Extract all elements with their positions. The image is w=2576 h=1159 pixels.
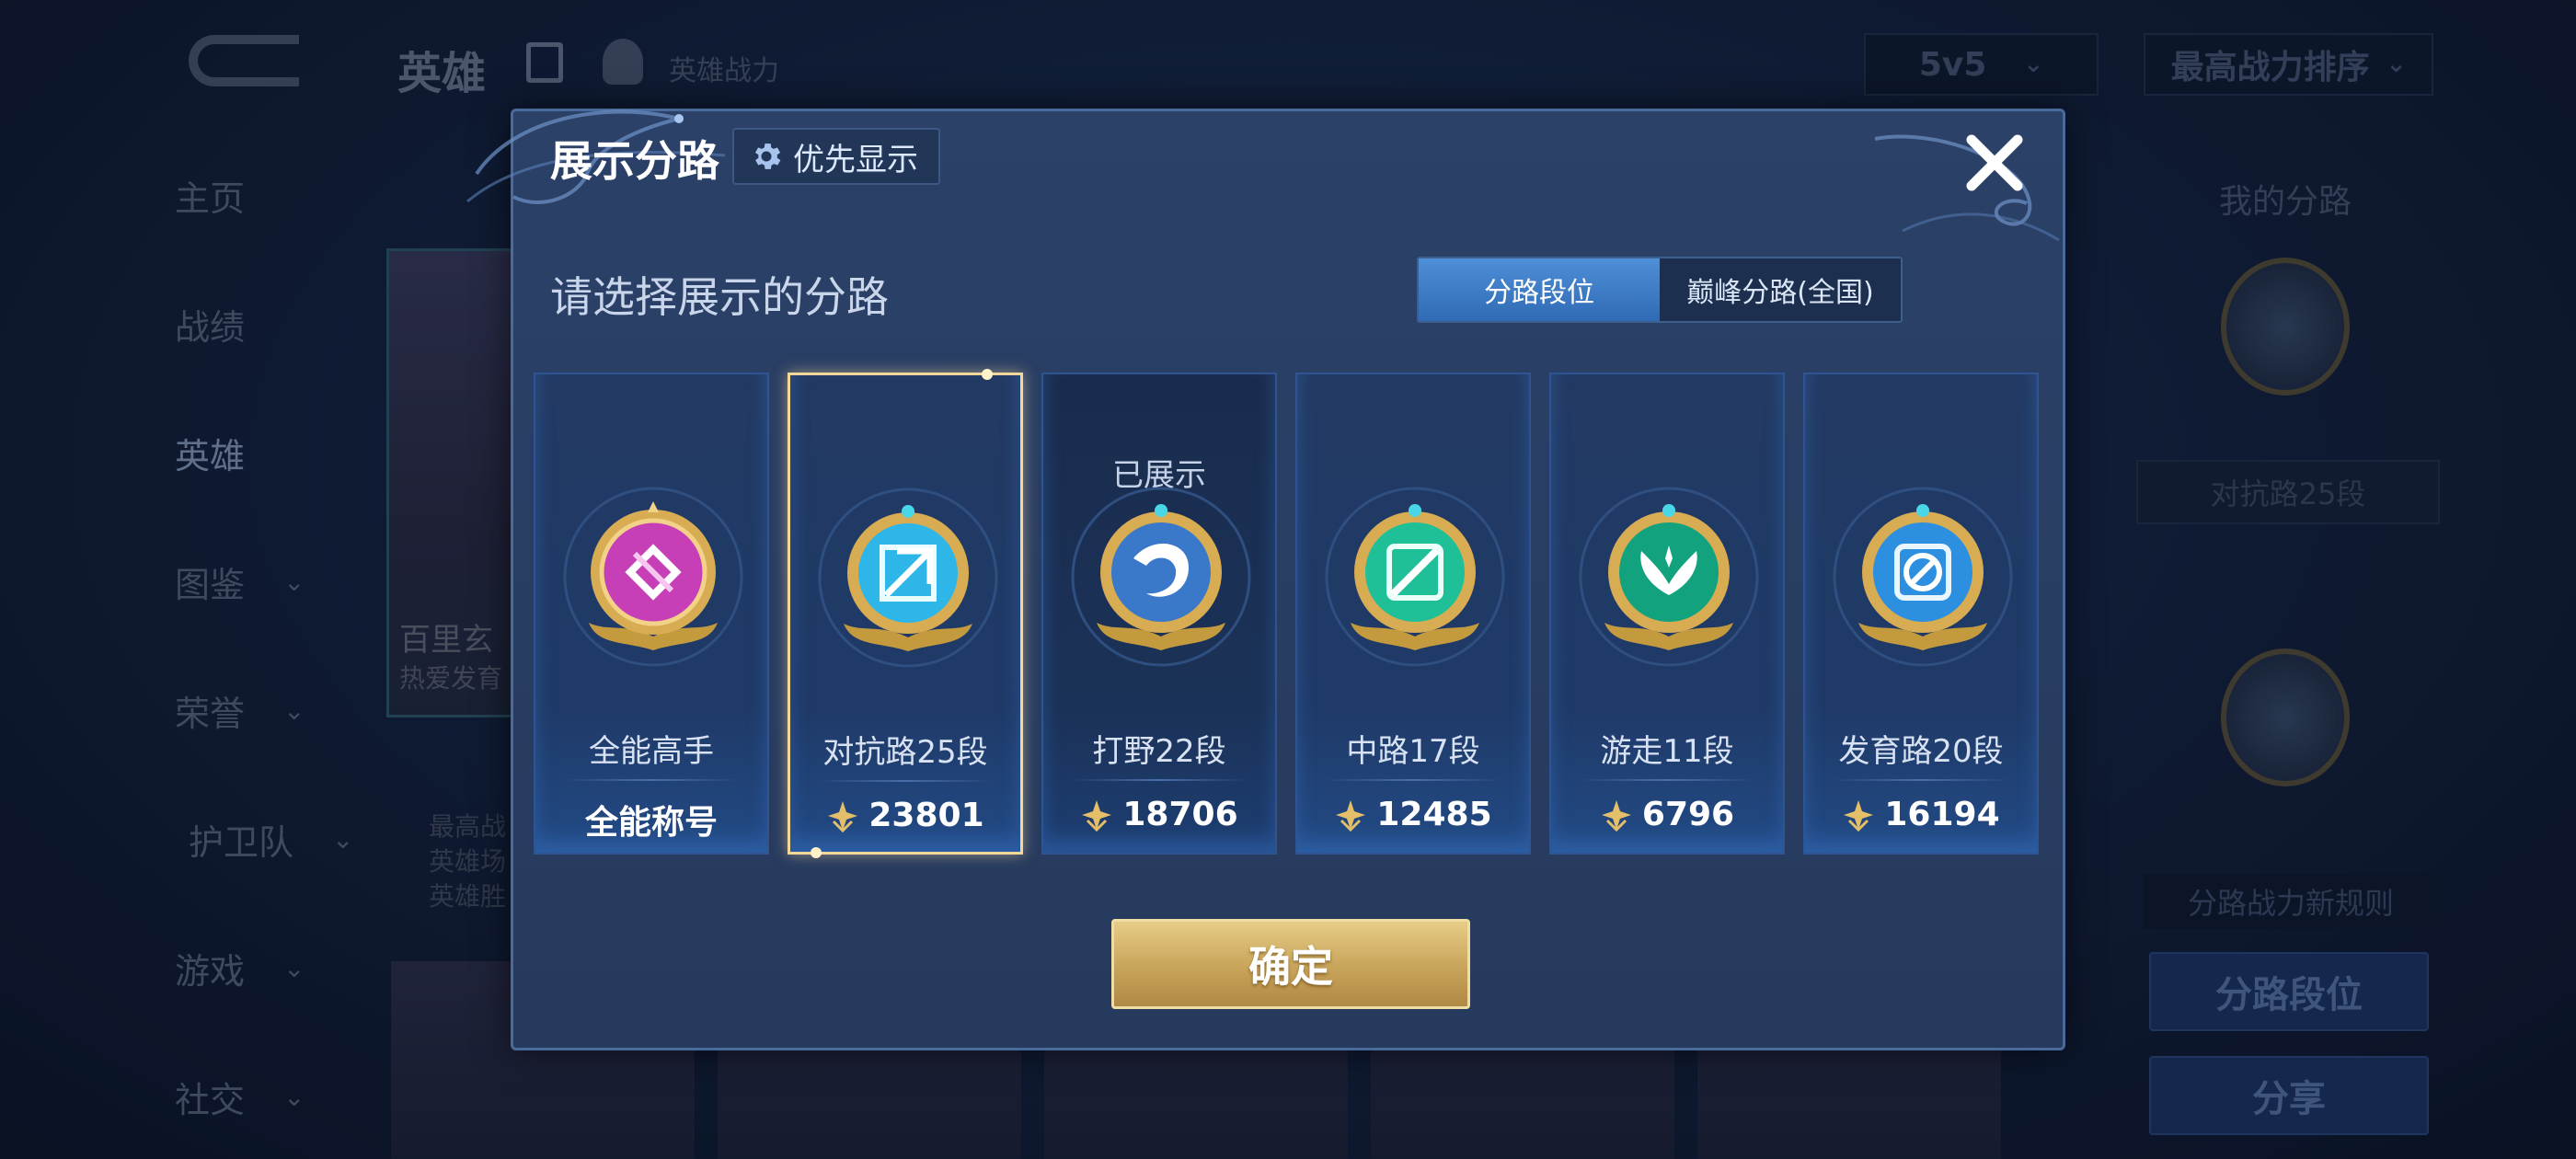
lane-display-dialog: 展示分路 优先显示 请选择展示的分路 分路段位 巅峰分路(全国) 全能高手 全能… [466,109,2065,1050]
power-icon [1844,799,1874,832]
clash-lane-badge-icon [818,488,998,668]
farm-lane-badge-icon [1833,487,2013,667]
power-icon [828,800,858,832]
lane-name: 打野22段 [1092,733,1226,770]
close-icon [1966,134,2023,191]
roam-badge-icon [1579,487,1759,667]
lane-power-value: 12485 [1297,796,1529,833]
gear-icon [754,143,781,169]
lane-title-value: 全能称号 [584,804,718,842]
dialog-subtitle: 请选择展示的分路 [550,272,889,322]
power-icon [1336,799,1366,832]
power-icon [1082,799,1112,832]
all-round-badge-icon [563,487,743,667]
priority-display-button[interactable]: 优先显示 [732,128,940,185]
lane-card-jungle[interactable]: 已展示 打野22段 18706 [1041,373,1277,855]
lane-name: 对抗路25段 [822,734,988,771]
divider [1071,779,1248,781]
divider [1579,779,1755,781]
lane-name: 游走11段 [1600,733,1734,770]
lane-name: 发育路20段 [1838,733,2004,770]
lane-card-clash[interactable]: 对抗路25段 23801 [788,369,1023,858]
corner-dot [982,369,993,380]
divider [1833,779,2009,781]
jungle-badge-icon [1071,487,1251,667]
lane-card-list: 全能高手 全能称号 对抗路25段 23801 已展示 打野22段 18706 中… [534,369,2039,858]
lane-card-mid[interactable]: 中路17段 12485 [1295,373,1531,855]
confirm-button[interactable]: 确定 [1111,919,1470,1009]
divider [818,780,993,782]
lane-card-all-round[interactable]: 全能高手 全能称号 [534,373,769,855]
lane-mode-toggle: 分路段位 巅峰分路(全国) [1417,257,1903,323]
lane-card-farm[interactable]: 发育路20段 16194 [1803,373,2039,855]
divider [563,779,740,781]
tab-peak-lane[interactable]: 巅峰分路(全国) [1660,258,1901,321]
power-icon [1601,799,1631,832]
lane-card-roam[interactable]: 游走11段 6796 [1549,373,1785,855]
tab-lane-rank[interactable]: 分路段位 [1419,258,1660,321]
lane-power-value: 18706 [1043,796,1275,833]
lane-power-value: 23801 [790,797,1020,834]
close-button[interactable] [1958,126,2031,200]
lane-power-value: 6796 [1551,796,1783,833]
corner-dot [811,847,822,858]
dialog-title: 展示分路 [550,136,719,186]
lane-power-value: 16194 [1805,796,2037,833]
lane-name: 全能高手 [589,733,714,770]
mid-lane-badge-icon [1325,487,1505,667]
divider [1325,779,1501,781]
lane-name: 中路17段 [1346,733,1480,770]
